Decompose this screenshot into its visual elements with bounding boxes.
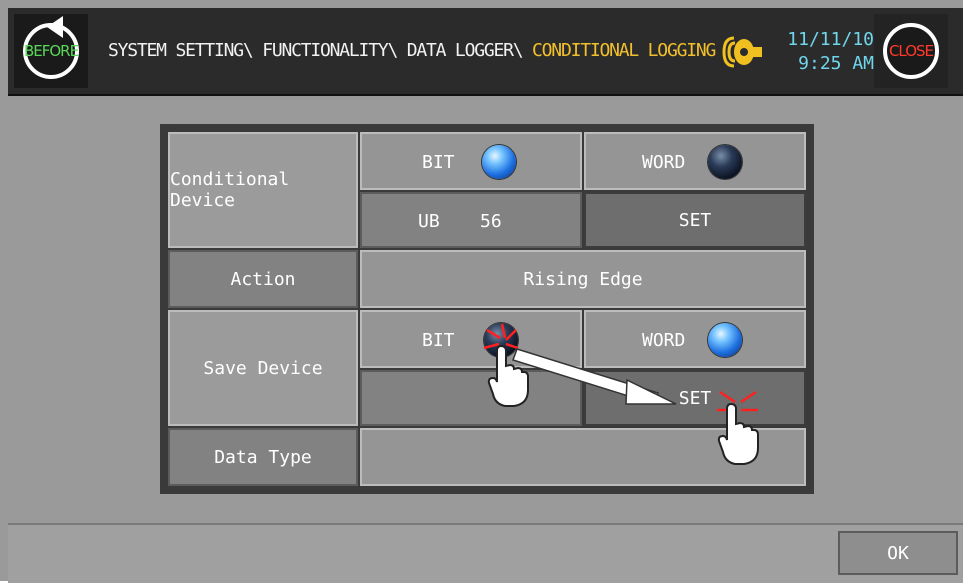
footer-bar bbox=[8, 523, 963, 583]
conditional-device-label-cell: Conditional Device bbox=[168, 132, 358, 248]
before-label: BEFORE bbox=[23, 42, 79, 60]
sd-set-label: SET bbox=[678, 387, 712, 409]
time-text: 9:25 AM bbox=[798, 53, 874, 74]
action-label: Action bbox=[230, 268, 296, 290]
action-label-cell: Action bbox=[168, 250, 358, 308]
sd-bit-label: BIT bbox=[422, 330, 455, 351]
close-button[interactable]: CLOSE bbox=[874, 14, 948, 88]
cd-set-button[interactable]: SET bbox=[584, 192, 806, 248]
datetime: 11/11/10 9:25 AM bbox=[778, 28, 874, 76]
hmi-screen: BEFORE SYSTEM SETTING\ FUNCTIONALITY\ DA… bbox=[0, 0, 963, 583]
close-label: CLOSE bbox=[888, 42, 934, 60]
data-type-label-cell: Data Type bbox=[168, 428, 358, 486]
breadcrumb: SYSTEM SETTING\ FUNCTIONALITY\ DATA LOGG… bbox=[108, 40, 716, 61]
before-button[interactable]: BEFORE bbox=[14, 14, 88, 88]
title-bar: BEFORE SYSTEM SETTING\ FUNCTIONALITY\ DA… bbox=[8, 8, 963, 96]
sd-device-address-field[interactable] bbox=[360, 370, 582, 426]
alarm-bell-icon[interactable] bbox=[720, 34, 768, 70]
conditional-logging-table: Conditional Device BIT WORD UB 56 SET Ac… bbox=[160, 124, 814, 494]
save-device-label: Save Device bbox=[203, 357, 323, 379]
sd-word-option[interactable]: WORD bbox=[584, 310, 806, 368]
breadcrumb-path: SYSTEM SETTING\ FUNCTIONALITY\ DATA LOGG… bbox=[108, 40, 533, 61]
date-text: 11/11/10 bbox=[787, 29, 874, 50]
cd-device-address-field[interactable]: UB 56 bbox=[360, 192, 582, 248]
cd-device-type: UB bbox=[418, 211, 440, 232]
conditional-device-label: Conditional Device bbox=[170, 169, 290, 211]
data-type-label: Data Type bbox=[214, 446, 312, 468]
sd-word-radio-led-icon[interactable] bbox=[708, 323, 742, 357]
sd-word-label: WORD bbox=[642, 330, 686, 351]
cd-device-address: 56 bbox=[480, 211, 502, 232]
save-device-label-cell: Save Device bbox=[168, 310, 358, 426]
action-value: Rising Edge bbox=[523, 268, 643, 290]
action-selector[interactable]: Rising Edge bbox=[360, 250, 806, 308]
cd-bit-radio-led-icon[interactable] bbox=[482, 145, 516, 179]
breadcrumb-current: CONDITIONAL LOGGING bbox=[532, 40, 716, 61]
sd-bit-option[interactable]: BIT bbox=[360, 310, 582, 368]
cd-word-label: WORD bbox=[642, 152, 686, 173]
cd-bit-option[interactable]: BIT bbox=[360, 132, 582, 190]
cd-set-label: SET bbox=[678, 209, 712, 231]
cd-word-radio-led-icon[interactable] bbox=[708, 145, 742, 179]
ok-button[interactable]: OK bbox=[838, 531, 958, 575]
cd-word-option[interactable]: WORD bbox=[584, 132, 806, 190]
ok-label: OK bbox=[887, 542, 909, 564]
sd-set-button[interactable]: SET bbox=[584, 370, 806, 426]
sd-bit-radio-led-icon[interactable] bbox=[484, 323, 518, 357]
data-type-field[interactable] bbox=[360, 428, 806, 486]
cd-bit-label: BIT bbox=[422, 152, 455, 173]
